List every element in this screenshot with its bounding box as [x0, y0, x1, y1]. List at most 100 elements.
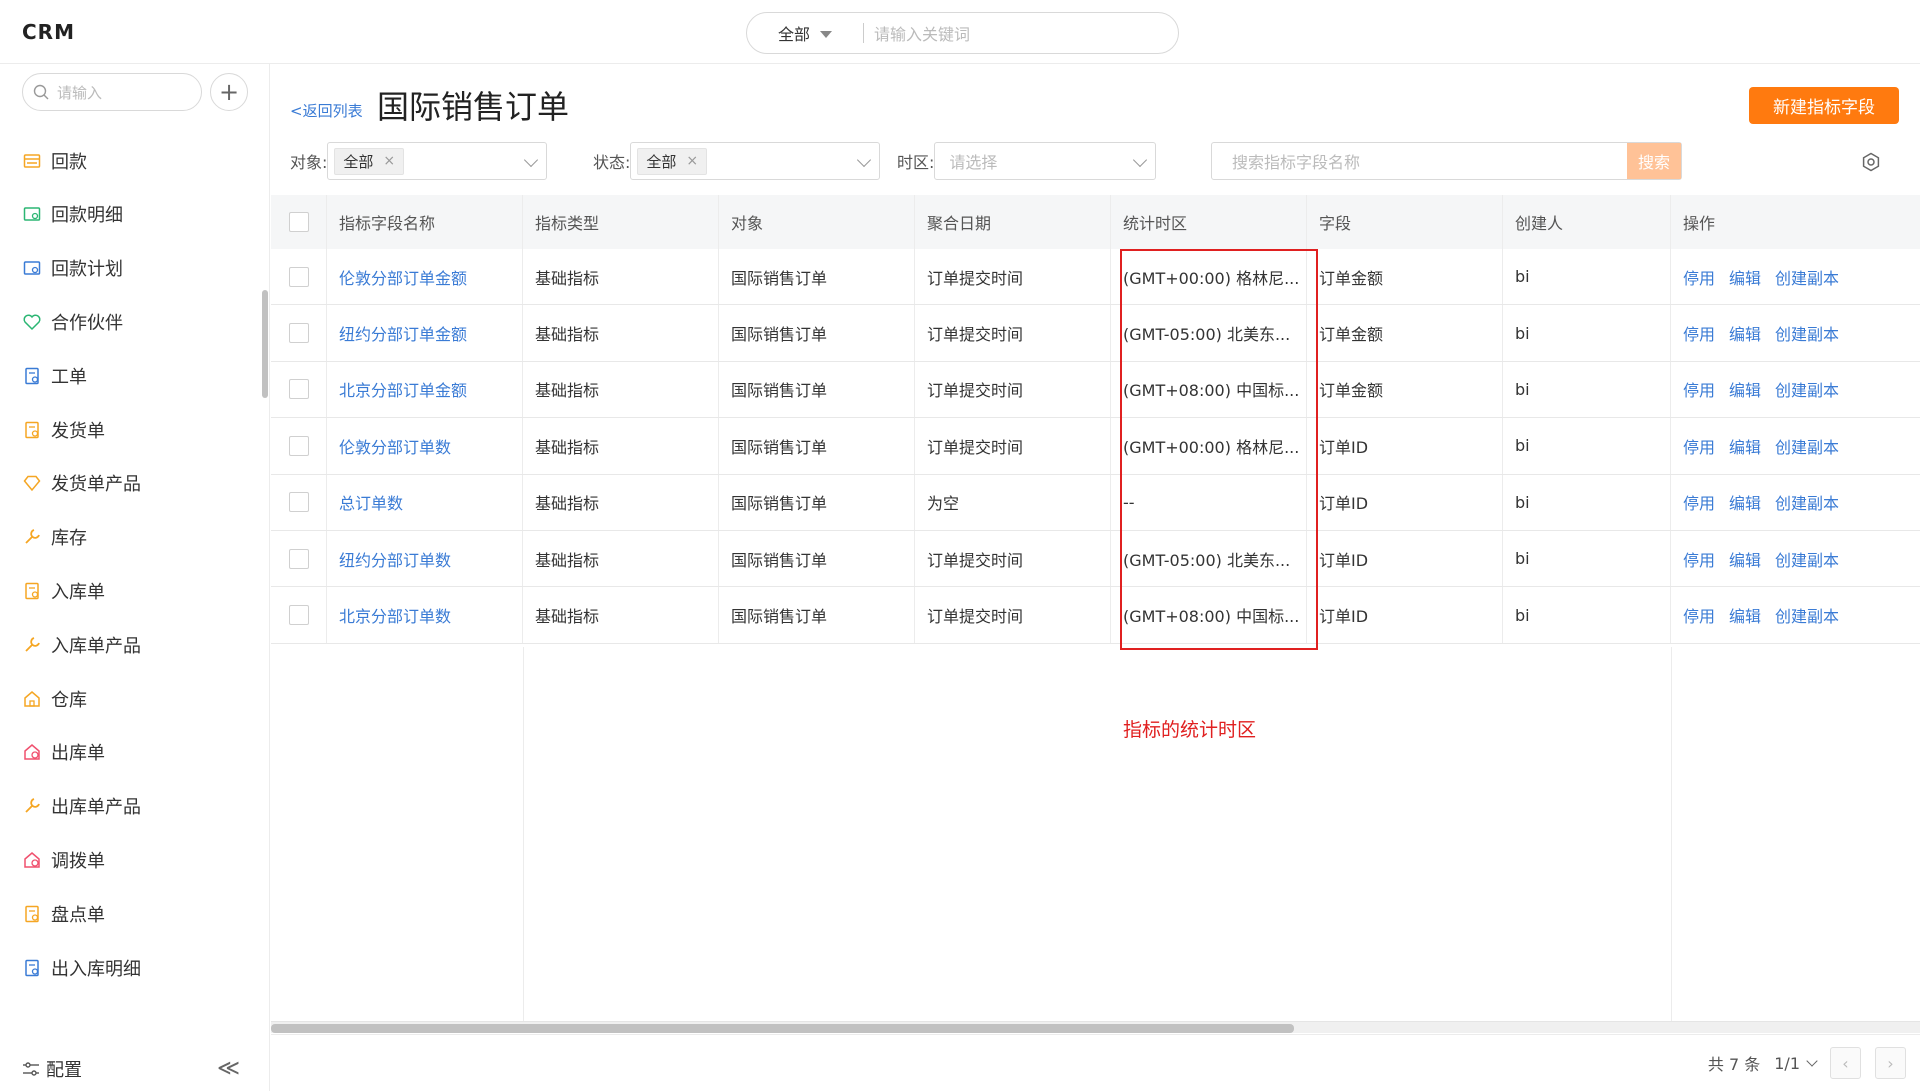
column-header[interactable]: 创建人 — [1503, 195, 1671, 249]
chevron-down-icon — [1806, 1055, 1818, 1067]
column-header[interactable]: 指标类型 — [523, 195, 719, 249]
sidebar-item[interactable]: 回款计划 — [0, 241, 262, 295]
field-cell: 订单金额 — [1307, 249, 1503, 305]
sidebar-item[interactable]: 调拨单 — [0, 833, 262, 887]
row-checkbox[interactable] — [288, 435, 309, 456]
object-cell: 国际销售订单 — [719, 587, 915, 643]
sidebar-item[interactable]: 发货单 — [0, 403, 262, 457]
column-header[interactable]: 统计时区 — [1111, 195, 1307, 249]
edit-button[interactable]: 编辑 — [1729, 321, 1761, 345]
column-header[interactable]: 字段 — [1307, 195, 1503, 249]
column-header[interactable]: 聚合日期 — [915, 195, 1111, 249]
collapse-sidebar-icon[interactable]: ≪ — [217, 1056, 240, 1081]
table-row[interactable]: 纽约分部订单数 基础指标 国际销售订单 订单提交时间 (GMT-05:00) 北… — [271, 530, 1920, 588]
sidebar-item[interactable]: 工单 — [0, 349, 262, 403]
search-button[interactable]: 搜索 — [1627, 143, 1681, 179]
sidebar-item-refund[interactable]: 退款 — [0, 120, 262, 134]
table-row[interactable]: 北京分部订单金额 基础指标 国际销售订单 订单提交时间 (GMT+08:00) … — [271, 361, 1920, 419]
metric-name-link[interactable]: 伦敦分部订单金额 — [339, 265, 467, 289]
sidebar-scrollbar[interactable] — [262, 290, 268, 398]
disable-button[interactable]: 停用 — [1683, 321, 1715, 345]
sidebar-item[interactable]: 出库单产品 — [0, 779, 262, 833]
column-header[interactable]: 对象 — [719, 195, 915, 249]
table-row[interactable]: 伦敦分部订单金额 基础指标 国际销售订单 订单提交时间 (GMT+00:00) … — [271, 249, 1920, 306]
close-icon[interactable]: × — [686, 153, 698, 169]
row-checkbox[interactable] — [288, 605, 309, 626]
page-select[interactable]: 1/1 — [1774, 1054, 1818, 1073]
edit-button[interactable]: 编辑 — [1729, 265, 1761, 289]
column-header[interactable]: 指标字段名称 — [327, 195, 523, 249]
metric-name-link[interactable]: 纽约分部订单数 — [339, 547, 451, 571]
scrollbar-thumb[interactable] — [271, 1024, 1294, 1033]
duplicate-button[interactable]: 创建副本 — [1775, 321, 1839, 345]
close-icon[interactable]: × — [383, 153, 395, 169]
disable-button[interactable]: 停用 — [1683, 490, 1715, 514]
sidebar-item[interactable]: 仓库 — [0, 672, 262, 726]
disable-button[interactable]: 停用 — [1683, 547, 1715, 571]
status-select[interactable]: 全部 × — [630, 142, 881, 180]
global-search[interactable]: 全部 请输入关键词 — [746, 12, 1179, 54]
duplicate-button[interactable]: 创建副本 — [1775, 547, 1839, 571]
disable-button[interactable]: 停用 — [1683, 603, 1715, 627]
row-checkbox[interactable] — [288, 266, 309, 287]
field-cell: 订单ID — [1307, 418, 1503, 474]
new-metric-field-button[interactable]: 新建指标字段 — [1749, 87, 1899, 124]
back-to-list-link[interactable]: <返回列表 — [290, 100, 363, 121]
horizontal-scrollbar[interactable] — [271, 1021, 1920, 1033]
global-search-input[interactable]: 请输入关键词 — [874, 21, 970, 45]
disable-button[interactable]: 停用 — [1683, 377, 1715, 401]
edit-button[interactable]: 编辑 — [1729, 490, 1761, 514]
search-scope-select[interactable]: 全部 — [747, 21, 863, 45]
row-checkbox[interactable] — [288, 323, 309, 344]
sidebar-item[interactable]: 发货单产品 — [0, 457, 262, 511]
metric-search-input[interactable]: 搜索指标字段名称 — [1212, 149, 1627, 173]
object-select[interactable]: 全部 × — [327, 142, 548, 180]
duplicate-button[interactable]: 创建副本 — [1775, 490, 1839, 514]
duplicate-button[interactable]: 创建副本 — [1775, 434, 1839, 458]
metric-name-link[interactable]: 纽约分部订单金额 — [339, 321, 467, 345]
gear-icon[interactable] — [1861, 152, 1881, 172]
sidebar-item[interactable]: 回款明细 — [0, 188, 262, 242]
prev-page-button[interactable]: ‹ — [1830, 1047, 1861, 1079]
sidebar-item[interactable]: 回款 — [0, 134, 262, 188]
creator-cell: bi — [1503, 305, 1671, 361]
metric-name-link[interactable]: 北京分部订单数 — [339, 603, 451, 627]
metric-name-link[interactable]: 伦敦分部订单数 — [339, 434, 451, 458]
timezone-select[interactable]: 请选择 — [934, 142, 1157, 180]
sidebar-item[interactable]: 出入库明细 — [0, 941, 262, 995]
duplicate-button[interactable]: 创建副本 — [1775, 265, 1839, 289]
edit-button[interactable]: 编辑 — [1729, 603, 1761, 627]
metric-name-link[interactable]: 总订单数 — [339, 490, 403, 514]
sidebar-item[interactable]: 入库单产品 — [0, 618, 262, 672]
disable-button[interactable]: 停用 — [1683, 434, 1715, 458]
actions-cell: 停用 编辑 创建副本 — [1671, 531, 1920, 586]
add-button[interactable]: + — [210, 73, 248, 111]
sidebar-item[interactable]: 出库单 — [0, 726, 262, 780]
duplicate-button[interactable]: 创建副本 — [1775, 377, 1839, 401]
table-row[interactable]: 伦敦分部订单数 基础指标 国际销售订单 订单提交时间 (GMT+00:00) 格… — [271, 418, 1920, 475]
sidebar-item[interactable]: 入库单 — [0, 564, 262, 618]
sidebar-item[interactable]: 盘点单 — [0, 887, 262, 941]
edit-button[interactable]: 编辑 — [1729, 377, 1761, 401]
table-row[interactable]: 总订单数 基础指标 国际销售订单 为空 -- 订单ID bi 停用 编辑 创建副… — [271, 474, 1920, 531]
row-checkbox[interactable] — [288, 492, 309, 513]
wrench-icon — [22, 796, 42, 816]
disable-button[interactable]: 停用 — [1683, 265, 1715, 289]
row-checkbox[interactable] — [288, 379, 309, 400]
row-checkbox[interactable] — [288, 548, 309, 569]
duplicate-button[interactable]: 创建副本 — [1775, 603, 1839, 627]
sidebar-search-input[interactable]: 请输入 — [22, 73, 202, 111]
edit-button[interactable]: 编辑 — [1729, 547, 1761, 571]
edit-button[interactable]: 编辑 — [1729, 434, 1761, 458]
sidebar-item[interactable]: 合作伙伴 — [0, 295, 262, 349]
sidebar-footer-config[interactable]: 配置 ≪ — [0, 1046, 270, 1091]
column-divider — [523, 647, 524, 1024]
next-page-button[interactable]: › — [1875, 1047, 1906, 1079]
app-logo[interactable]: CRM — [22, 20, 75, 44]
metric-name-cell: 纽约分部订单数 — [327, 530, 523, 587]
table-row[interactable]: 纽约分部订单金额 基础指标 国际销售订单 订单提交时间 (GMT-05:00) … — [271, 305, 1920, 362]
select-all-checkbox[interactable] — [288, 212, 309, 232]
sidebar-item[interactable]: 库存 — [0, 510, 262, 564]
table-row[interactable]: 北京分部订单数 基础指标 国际销售订单 订单提交时间 (GMT+08:00) 中… — [271, 587, 1920, 644]
metric-name-link[interactable]: 北京分部订单金额 — [339, 377, 467, 401]
